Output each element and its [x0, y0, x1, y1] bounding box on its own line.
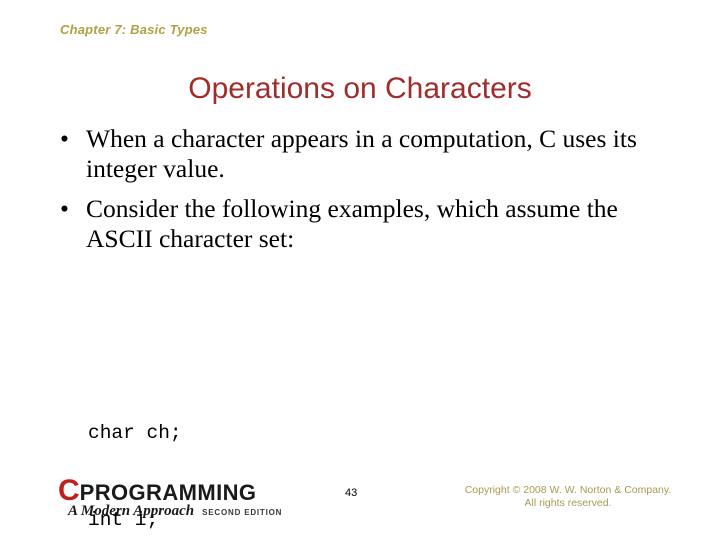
logo-c-mark-icon: C: [58, 474, 80, 507]
bullet-item: • When a character appears in a computat…: [42, 124, 682, 183]
chapter-header: Chapter 7: Basic Types: [60, 22, 208, 37]
code-line: char ch;: [88, 422, 182, 444]
bullet-item: • Consider the following examples, which…: [42, 194, 682, 253]
bullet-text: When a character appears in a computatio…: [86, 124, 637, 183]
book-logo: C PROGRAMMING A Modern Approach SECOND E…: [58, 474, 308, 520]
copyright-line-2: All rights reserved.: [524, 497, 612, 509]
logo-title-row: C PROGRAMMING: [58, 474, 308, 507]
bullet-marker-icon: •: [60, 194, 69, 224]
page-title: Operations on Characters: [188, 72, 532, 105]
slide-body: • When a character appears in a computat…: [42, 124, 682, 264]
bullet-marker-icon: •: [60, 124, 69, 153]
copyright-notice: Copyright © 2008 W. W. Norton & Company.…: [428, 484, 708, 510]
bullet-text: Consider the following examples, which a…: [86, 194, 618, 253]
logo-subtitle: A Modern Approach: [68, 503, 195, 519]
logo-subtitle-row: A Modern Approach SECOND EDITION: [58, 503, 308, 520]
slide-footer: C PROGRAMMING A Modern Approach SECOND E…: [0, 474, 720, 540]
logo-edition-label: SECOND EDITION: [202, 508, 283, 517]
slide: Chapter 7: Basic Types Operations on Cha…: [0, 0, 720, 540]
logo-wordmark: PROGRAMMING: [79, 480, 257, 505]
page-number: 43: [345, 487, 358, 499]
copyright-line-1: Copyright © 2008 W. W. Norton & Company.: [464, 484, 672, 496]
